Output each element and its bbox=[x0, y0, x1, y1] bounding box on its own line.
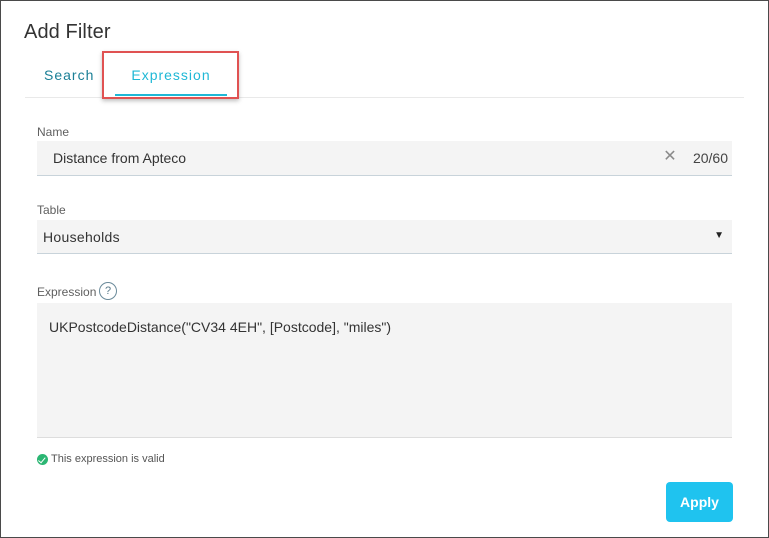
apply-button[interactable]: Apply bbox=[666, 482, 733, 522]
name-input[interactable]: Distance from Apteco ✕ 20/60 bbox=[37, 141, 732, 176]
active-tab-indicator bbox=[115, 94, 227, 96]
tab-search[interactable]: Search bbox=[44, 67, 94, 83]
dialog-title: Add Filter bbox=[24, 21, 111, 43]
validation-message: This expression is valid bbox=[51, 453, 165, 465]
name-char-count: 20/60 bbox=[692, 150, 728, 166]
table-label: Table bbox=[37, 203, 66, 217]
check-circle-icon bbox=[37, 454, 48, 465]
tab-bar: Search Expression bbox=[25, 53, 744, 98]
add-filter-dialog: Add Filter Search Expression Name Distan… bbox=[0, 0, 769, 538]
expression-text[interactable]: UKPostcodeDistance("CV34 4EH", [Postcode… bbox=[49, 319, 391, 335]
caret-down-icon[interactable]: ▼ bbox=[714, 230, 724, 241]
name-input-value[interactable]: Distance from Apteco bbox=[53, 150, 186, 166]
expression-label: Expression bbox=[37, 285, 97, 299]
question-circle-icon[interactable]: ? bbox=[99, 282, 117, 300]
close-icon[interactable]: ✕ bbox=[663, 148, 677, 166]
table-select[interactable]: Households ▼ bbox=[37, 220, 732, 254]
expression-textarea[interactable]: UKPostcodeDistance("CV34 4EH", [Postcode… bbox=[37, 303, 732, 438]
tab-expression[interactable]: Expression bbox=[115, 67, 227, 83]
name-label: Name bbox=[37, 125, 70, 139]
table-selected-value[interactable]: Households bbox=[43, 229, 120, 245]
